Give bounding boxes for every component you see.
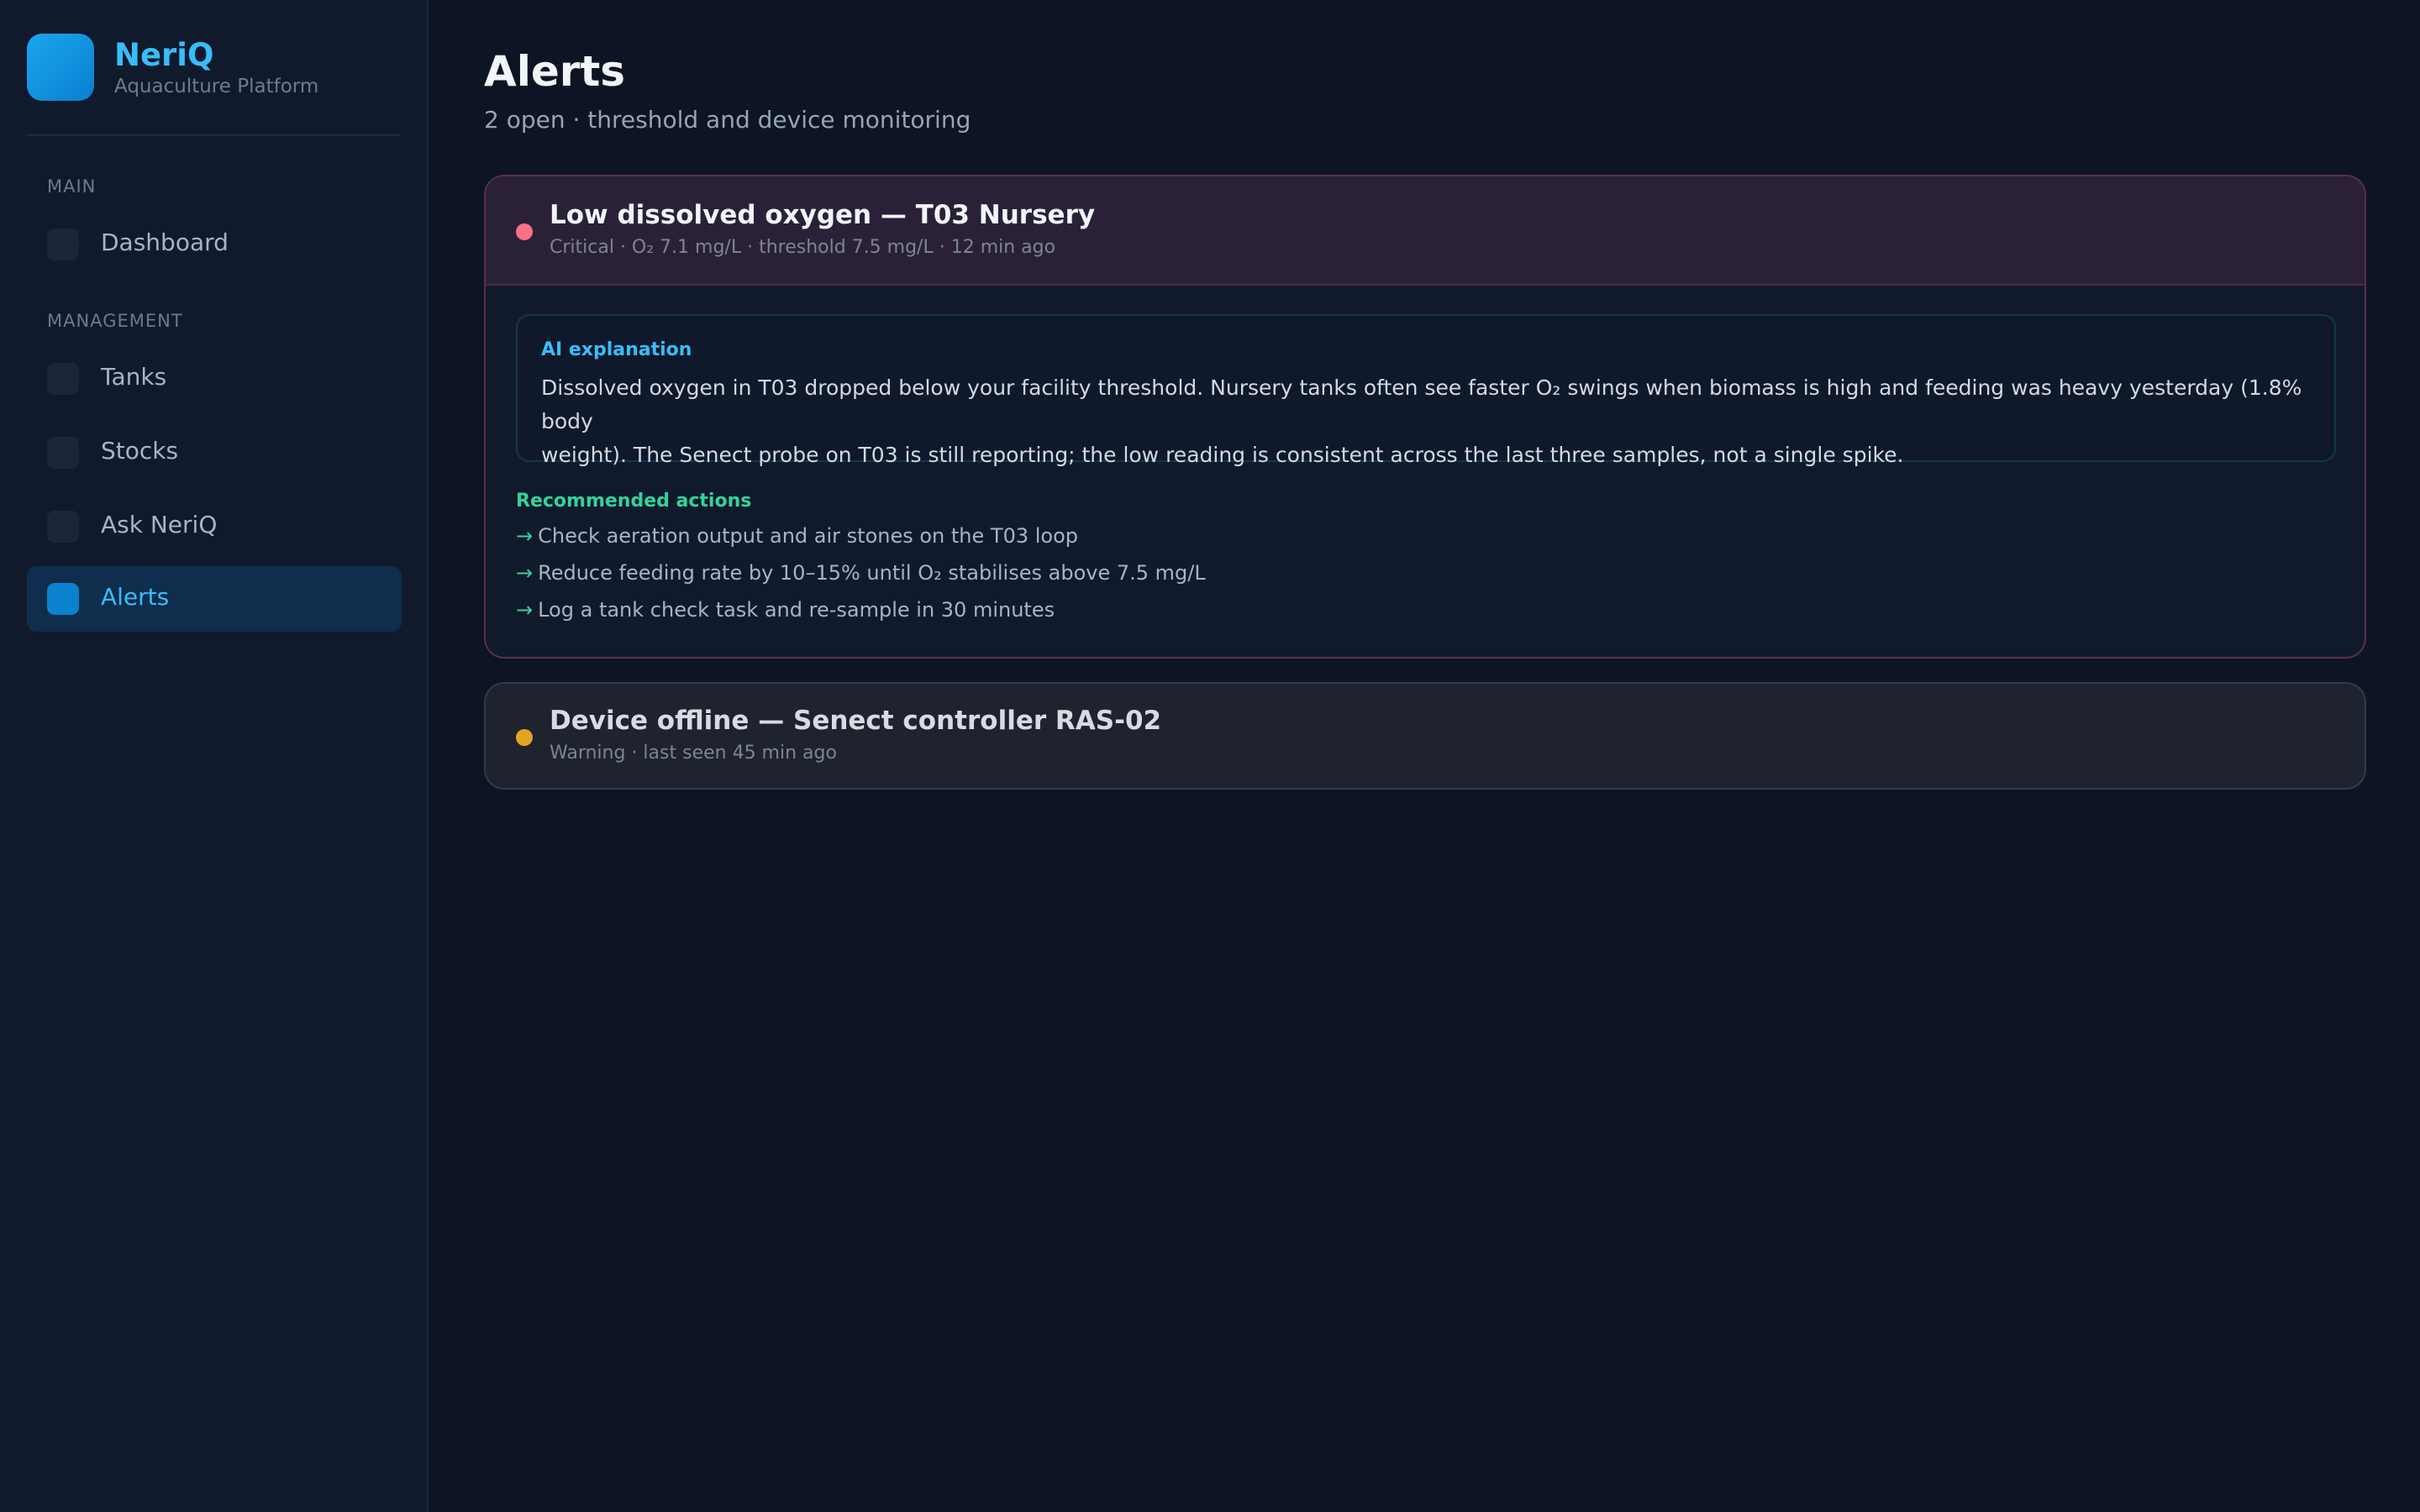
brand-subtitle: Aquaculture Platform [114,76,319,97]
nav-section-management: MANAGEMENT [47,311,183,331]
tanks-icon [47,363,79,395]
page-subtitle: 2 open · threshold and device monitoring [484,106,971,134]
recommended-action-item: → Log a tank check task and re-sample in … [516,598,1055,622]
sidebar-item-ask-neriq[interactable]: Ask NeriQ [27,494,402,559]
alert-title: Low dissolved oxygen — T03 Nursery [550,200,1096,230]
sidebar-item-tanks[interactable]: Tanks [27,346,402,412]
sidebar-item-dashboard[interactable]: Dashboard [27,212,402,277]
recommended-action-item: → Check aeration output and air stones on… [516,524,1078,548]
sidebar: NeriQ Aquaculture Platform MAIN Dashboar… [0,0,429,1512]
alert-title: Device offline — Senect controller RAS-0… [550,706,1162,736]
alert-card-warning[interactable]: Device offline — Senect controller RAS-0… [484,682,2366,790]
sidebar-item-label: Tanks [101,363,167,391]
logo-icon [27,34,94,101]
brand: NeriQ Aquaculture Platform [27,34,400,136]
alert-meta: Critical · O₂ 7.1 mg/L · threshold 7.5 m… [550,237,1056,258]
ai-explanation-box: AI explanation Dissolved oxygen in T03 d… [516,314,2336,467]
sidebar-item-label: Stocks [101,437,179,465]
sidebar-item-label: Ask NeriQ [101,511,218,538]
alert-meta: Warning · last seen 45 min ago [550,743,837,764]
ai-explanation-line: Dissolved oxygen in T03 dropped below yo… [541,375,2302,433]
ai-explanation-text: Dissolved oxygen in T03 dropped below yo… [541,371,2306,472]
ai-explanation-label: AI explanation [541,339,692,360]
recommended-actions-label: Recommended actions [516,491,752,512]
sidebar-item-label: Dashboard [101,228,229,256]
alerts-icon [47,583,79,615]
dashboard-icon [47,228,79,260]
alert-header[interactable]: Device offline — Senect controller RAS-0… [486,684,2365,788]
action-text: Check aeration output and air stones on … [538,524,1078,548]
warning-status-dot-icon [516,729,533,746]
page-title: Alerts [484,47,626,96]
action-text: Log a tank check task and re-sample in 3… [538,598,1055,622]
sidebar-item-label: Alerts [101,583,170,611]
brand-name: NeriQ [114,37,214,73]
arrow-right-icon: → [516,561,534,585]
ai-explanation-line: weight). The Senect probe on T03 is stil… [541,443,1904,467]
alert-card-critical[interactable]: Low dissolved oxygen — T03 Nursery Criti… [484,175,2366,659]
alert-header[interactable]: Low dissolved oxygen — T03 Nursery Criti… [486,176,2365,286]
critical-status-dot-icon [516,223,533,240]
main-content: Alerts 2 open · threshold and device mon… [430,0,2420,1512]
nav-section-main: MAIN [47,176,97,197]
stocks-icon [47,437,79,469]
sidebar-item-stocks[interactable]: Stocks [27,420,402,486]
arrow-right-icon: → [516,524,534,548]
action-text: Reduce feeding rate by 10–15% until O₂ s… [538,561,1206,585]
sidebar-item-alerts[interactable]: Alerts [27,566,402,632]
recommended-action-item: → Reduce feeding rate by 10–15% until O₂ … [516,561,1206,585]
ask-icon [47,511,79,543]
arrow-right-icon: → [516,598,534,622]
